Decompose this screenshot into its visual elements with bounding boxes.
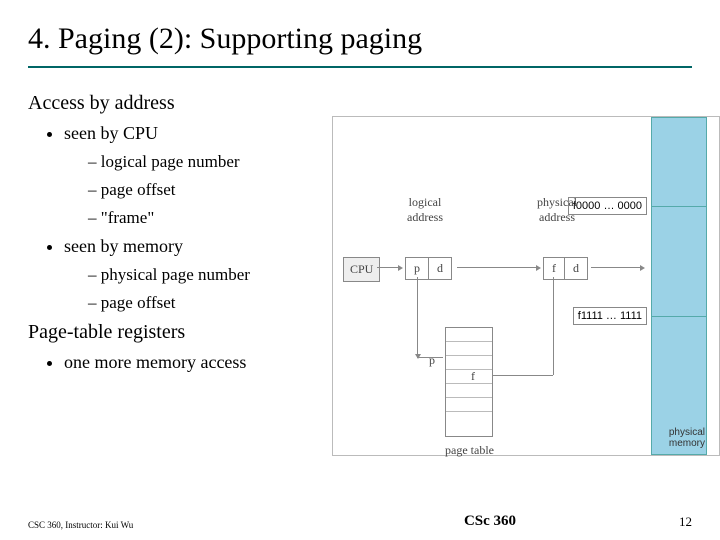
title-rule — [28, 66, 692, 68]
mem-top-value: f0000 … 0000 — [568, 197, 647, 215]
cpu-label: CPU — [350, 262, 373, 276]
arrow-f-up — [553, 277, 554, 375]
section-heading-registers: Page-table registers — [28, 321, 338, 344]
mem-bottom-value: f1111 … 1111 — [573, 307, 647, 325]
logical-address-label: logical address — [407, 195, 443, 225]
text-column: Access by address seen by CPU logical pa… — [28, 86, 338, 381]
physical-memory-label: physical memory — [669, 427, 705, 449]
bullet-seen-by-memory: seen by memory physical page number page… — [64, 236, 338, 313]
f-value-label: f — [471, 369, 475, 384]
sub-list-cpu: logical page number page offset "frame" — [64, 152, 338, 228]
physical-memory — [651, 117, 707, 455]
arrow-p-to-table — [417, 357, 443, 358]
page-table-label: page table — [445, 443, 494, 458]
bullet-one-more-access: one more memory access — [64, 352, 338, 373]
sub-item: page offset — [88, 293, 338, 313]
f-cell: f — [544, 258, 565, 279]
footer-left: CSC 360, Instructor: Kui Wu — [28, 520, 328, 530]
logical-address-box: p d — [405, 257, 452, 280]
arrow-p-down — [417, 277, 418, 357]
footer-page-number: 12 — [652, 514, 692, 530]
footer: CSC 360, Instructor: Kui Wu CSc 360 12 — [28, 513, 692, 530]
sub-item: logical page number — [88, 152, 338, 172]
mem-divider — [651, 316, 707, 317]
physical-address-label: physical address — [537, 195, 577, 225]
d-cell: d — [565, 258, 587, 279]
cpu-box: CPU — [343, 257, 380, 282]
arrow-fd-to-mem — [591, 267, 643, 268]
sub-item: "frame" — [88, 208, 338, 228]
arrow-f-out — [493, 375, 553, 376]
arrow-cpu-to-pd — [377, 267, 401, 268]
p-cell: p — [406, 258, 429, 279]
mem-divider — [651, 206, 707, 207]
bullet-list-registers: one more memory access — [28, 352, 338, 373]
bullet-label: seen by memory — [64, 236, 183, 256]
bullet-label: seen by CPU — [64, 123, 158, 143]
d-cell: d — [429, 258, 451, 279]
bullet-seen-by-cpu: seen by CPU logical page number page off… — [64, 123, 338, 228]
page-table-box — [445, 327, 493, 437]
sub-item: page offset — [88, 180, 338, 200]
page-table — [445, 327, 493, 437]
section-heading-access: Access by address — [28, 92, 338, 115]
bullet-list-cpu: seen by CPU logical page number page off… — [28, 123, 338, 313]
address-translation-diagram: f0000 … 0000 f1111 … 1111 physical memor… — [332, 116, 720, 456]
slide-title: 4. Paging (2): Supporting paging — [28, 16, 692, 64]
sub-item: physical page number — [88, 265, 338, 285]
sub-list-memory: physical page number page offset — [64, 265, 338, 313]
physical-address-box: f d — [543, 257, 588, 280]
p-index-label: p — [429, 353, 435, 368]
footer-center: CSc 360 — [328, 513, 652, 530]
arrow-pd-to-fd — [457, 267, 539, 268]
slide: 4. Paging (2): Supporting paging Access … — [0, 0, 720, 540]
